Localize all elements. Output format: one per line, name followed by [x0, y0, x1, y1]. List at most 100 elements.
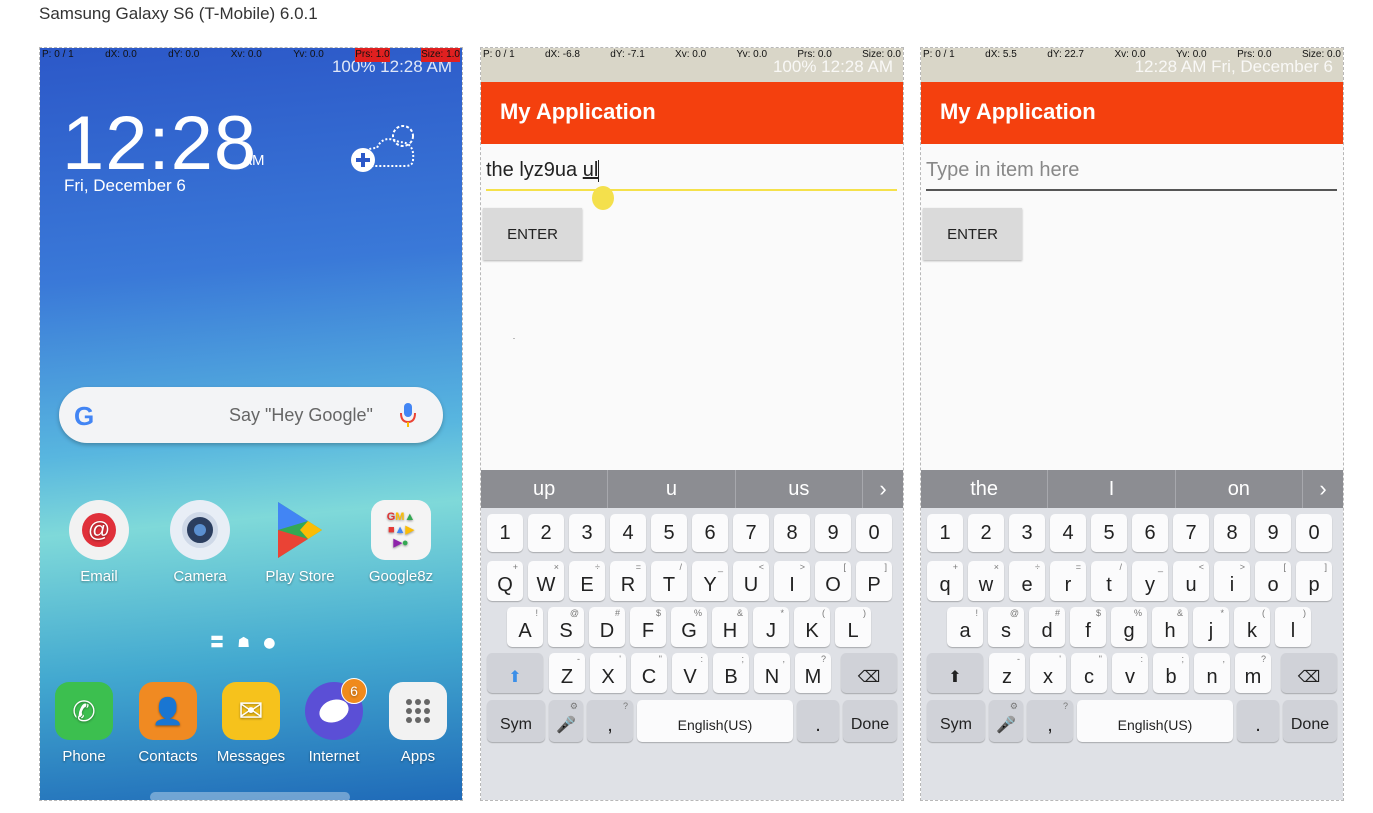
key-k[interactable]: (k — [1234, 607, 1270, 647]
key-d[interactable]: # d — [1029, 607, 1065, 647]
key-q[interactable]: + Q — [487, 561, 523, 601]
key-q[interactable]: + q — [927, 561, 963, 601]
key-w[interactable]: × W — [528, 561, 564, 601]
key-x[interactable]: ' X — [590, 653, 626, 693]
key-7[interactable]: 7 — [733, 514, 769, 552]
key-t[interactable]: / t — [1091, 561, 1127, 601]
comma-key[interactable]: ?, — [587, 700, 633, 742]
key-9[interactable]: 9 — [1255, 514, 1291, 552]
key-n[interactable]: ,N — [754, 653, 790, 693]
suggestion-item[interactable]: up — [481, 470, 609, 508]
voice-input-key[interactable]: ⚙ 🎤 — [989, 700, 1023, 742]
key-t[interactable]: / T — [651, 561, 687, 601]
key-i[interactable]: > i — [1214, 561, 1250, 601]
key-g[interactable]: % g — [1111, 607, 1147, 647]
key-i[interactable]: > I — [774, 561, 810, 601]
key-f[interactable]: $ F — [630, 607, 666, 647]
text-cursor-handle[interactable] — [592, 186, 614, 210]
key-k[interactable]: (K — [794, 607, 830, 647]
suggestion-item[interactable]: on — [1176, 470, 1303, 508]
key-w[interactable]: × w — [968, 561, 1004, 601]
mic-icon[interactable] — [399, 401, 417, 429]
chevron-right-icon[interactable]: › — [1303, 470, 1343, 508]
app-email[interactable]: @ Email — [64, 500, 134, 585]
key-z[interactable]: -z — [989, 653, 1025, 693]
app-google-folder[interactable]: GM▲ ■▲▶ ▶● Google8z — [366, 500, 436, 585]
app-camera[interactable]: Camera — [165, 500, 235, 585]
key-9[interactable]: 9 — [815, 514, 851, 552]
key-v[interactable]: :v — [1112, 653, 1148, 693]
dock-contacts[interactable]: 👤 Contacts — [133, 682, 203, 765]
item-input[interactable]: the lyz9ua ul — [486, 153, 897, 191]
app-play-store[interactable]: Play Store — [265, 500, 335, 585]
key-m[interactable]: ? m — [1235, 653, 1271, 693]
weather-add-icon[interactable] — [345, 118, 425, 178]
item-input[interactable]: Type in item here — [926, 153, 1337, 191]
key-3[interactable]: 3 — [1009, 514, 1045, 552]
dock-phone[interactable]: ✆ Phone — [49, 682, 119, 765]
space-key[interactable]: English(US) — [637, 700, 793, 742]
key-y[interactable]: _ Y — [692, 561, 728, 601]
period-key[interactable]: . — [797, 700, 839, 742]
sym-key[interactable]: Sym — [927, 700, 985, 742]
sym-key[interactable]: Sym — [487, 700, 545, 742]
key-2[interactable]: 2 — [968, 514, 1004, 552]
key-v[interactable]: :V — [672, 653, 708, 693]
key-2[interactable]: 2 — [528, 514, 564, 552]
key-m[interactable]: ? M — [795, 653, 831, 693]
comma-key[interactable]: ?, — [1027, 700, 1073, 742]
key-6[interactable]: 6 — [1132, 514, 1168, 552]
key-5[interactable]: 5 — [1091, 514, 1127, 552]
key-c[interactable]: " C — [631, 653, 667, 693]
key-4[interactable]: 4 — [1050, 514, 1086, 552]
shift-key[interactable]: ⬆ — [487, 653, 543, 693]
shift-key[interactable]: ⬆ — [927, 653, 983, 693]
key-e[interactable]: ÷ E — [569, 561, 605, 601]
key-s[interactable]: @ s — [988, 607, 1024, 647]
key-e[interactable]: ÷ e — [1009, 561, 1045, 601]
page-indicator[interactable]: 〓 ☗ ● — [210, 632, 275, 652]
key-j[interactable]: * j — [1193, 607, 1229, 647]
key-b[interactable]: ; B — [713, 653, 749, 693]
key-5[interactable]: 5 — [651, 514, 687, 552]
key-0[interactable]: 0 — [856, 514, 892, 552]
enter-button[interactable]: ENTER — [483, 208, 582, 260]
key-b[interactable]: ; b — [1153, 653, 1189, 693]
space-key[interactable]: English(US) — [1077, 700, 1233, 742]
done-key[interactable]: Done — [1283, 700, 1337, 742]
dock-internet[interactable]: 6 Internet — [299, 678, 369, 765]
key-s[interactable]: @ S — [548, 607, 584, 647]
key-u[interactable]: < u — [1173, 561, 1209, 601]
key-p[interactable]: ] p — [1296, 561, 1332, 601]
dock-apps[interactable]: Apps — [383, 682, 453, 765]
enter-button[interactable]: ENTER — [923, 208, 1022, 260]
key-1[interactable]: 1 — [927, 514, 963, 552]
key-a[interactable]: ! a — [947, 607, 983, 647]
suggestion-item[interactable]: the — [921, 470, 1049, 508]
key-h[interactable]: & H — [712, 607, 748, 647]
key-1[interactable]: 1 — [487, 514, 523, 552]
key-r[interactable]: = r — [1050, 561, 1086, 601]
clock-time[interactable]: 12:28 — [62, 100, 257, 187]
key-4[interactable]: 4 — [610, 514, 646, 552]
key-r[interactable]: = R — [610, 561, 646, 601]
voice-input-key[interactable]: ⚙ 🎤 — [549, 700, 583, 742]
key-8[interactable]: 8 — [1214, 514, 1250, 552]
key-g[interactable]: % G — [671, 607, 707, 647]
key-c[interactable]: " c — [1071, 653, 1107, 693]
period-key[interactable]: . — [1237, 700, 1279, 742]
key-j[interactable]: * J — [753, 607, 789, 647]
key-u[interactable]: < U — [733, 561, 769, 601]
backspace-key[interactable]: ⌫ — [1281, 653, 1337, 693]
suggestion-item[interactable]: I — [1048, 470, 1176, 508]
key-p[interactable]: ] P — [856, 561, 892, 601]
suggestion-item[interactable]: u — [608, 470, 736, 508]
key-7[interactable]: 7 — [1173, 514, 1209, 552]
key-a[interactable]: ! A — [507, 607, 543, 647]
key-h[interactable]: & h — [1152, 607, 1188, 647]
key-x[interactable]: ' x — [1030, 653, 1066, 693]
key-8[interactable]: 8 — [774, 514, 810, 552]
google-search-bar[interactable]: G Say "Hey Google" — [59, 387, 443, 443]
key-6[interactable]: 6 — [692, 514, 728, 552]
key-l[interactable]: ) l — [1275, 607, 1311, 647]
